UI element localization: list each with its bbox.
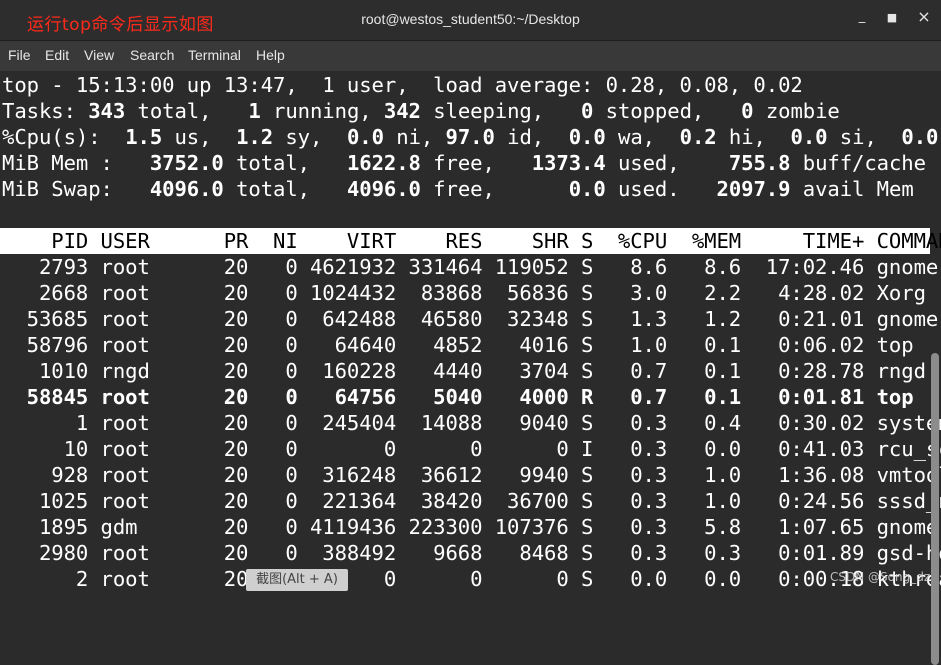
minimize-button[interactable]: _	[851, 9, 873, 24]
process-row: 1010 rngd 20 0 160228 4440 3704 S 0.7 0.…	[2, 359, 926, 383]
menu-help[interactable]: Help	[256, 47, 285, 63]
swap-line: MiB Swap: 4096.0 total, 4096.0 free, 0.0…	[2, 177, 914, 201]
process-row: 1025 root 20 0 221364 38420 36700 S 0.3 …	[2, 489, 941, 513]
process-row: 2793 root 20 0 4621932 331464 119052 S 8…	[2, 255, 941, 279]
top-uptime-line: top - 15:13:00 up 13:47, 1 user, load av…	[2, 73, 803, 97]
close-button[interactable]: ×	[913, 7, 935, 26]
process-row: 58796 root 20 0 64640 4852 4016 S 1.0 0.…	[2, 333, 914, 357]
process-row: 2668 root 20 0 1024432 83868 56836 S 3.0…	[2, 281, 926, 305]
tasks-line: Tasks: 343 total, 1 running, 342 sleepin…	[2, 99, 840, 123]
window-titlebar[interactable]: 运行top命令后显示如图 root@westos_student50:~/Des…	[0, 0, 941, 41]
process-row: 928 root 20 0 316248 36612 9940 S 0.3 1.…	[2, 463, 941, 487]
screenshot-tooltip: 截图(Alt + A)	[246, 569, 348, 591]
process-row: 2980 root 20 0 388492 9668 8468 S 0.3 0.…	[2, 541, 941, 565]
watermark: CSDN @Song_dz	[830, 570, 931, 584]
table-header-text: PID USER PR NI VIRT RES SHR S %CPU %MEM …	[2, 229, 941, 253]
menu-terminal[interactable]: Terminal	[188, 47, 241, 63]
process-table-header: PID USER PR NI VIRT RES SHR S %CPU %MEM …	[0, 228, 941, 254]
process-row: 2 root 20 0 0 0 0 S 0.0 0.0 0:00.18 kthr…	[2, 567, 941, 591]
window-title: root@westos_student50:~/Desktop	[361, 11, 580, 27]
cpu-line: %Cpu(s): 1.5 us, 1.2 sy, 0.0 ni, 97.0 id…	[2, 125, 939, 149]
process-row: 1 root 20 0 245404 14088 9040 S 0.3 0.4 …	[2, 411, 941, 435]
scrollbar-thumb[interactable]	[931, 353, 939, 665]
maximize-button[interactable]: ■	[881, 11, 903, 24]
process-row: 53685 root 20 0 642488 46580 32348 S 1.3…	[2, 307, 941, 331]
process-row: 58845 root 20 0 64756 5040 4000 R 0.7 0.…	[2, 385, 914, 409]
menu-edit[interactable]: Edit	[45, 47, 69, 63]
terminal-content[interactable]: top - 15:13:00 up 13:47, 1 user, load av…	[0, 71, 941, 665]
menu-bar: File Edit View Search Terminal Help	[0, 41, 941, 71]
process-row: 1895 gdm 20 0 4119436 223300 107376 S 0.…	[2, 515, 941, 539]
menu-file[interactable]: File	[8, 47, 31, 63]
menu-search[interactable]: Search	[130, 47, 174, 63]
process-row: 10 root 20 0 0 0 0 I 0.3 0.0 0:41.03 rcu…	[2, 437, 941, 461]
menu-view[interactable]: View	[84, 47, 114, 63]
memory-line: MiB Mem : 3752.0 total, 1622.8 free, 137…	[2, 151, 926, 175]
